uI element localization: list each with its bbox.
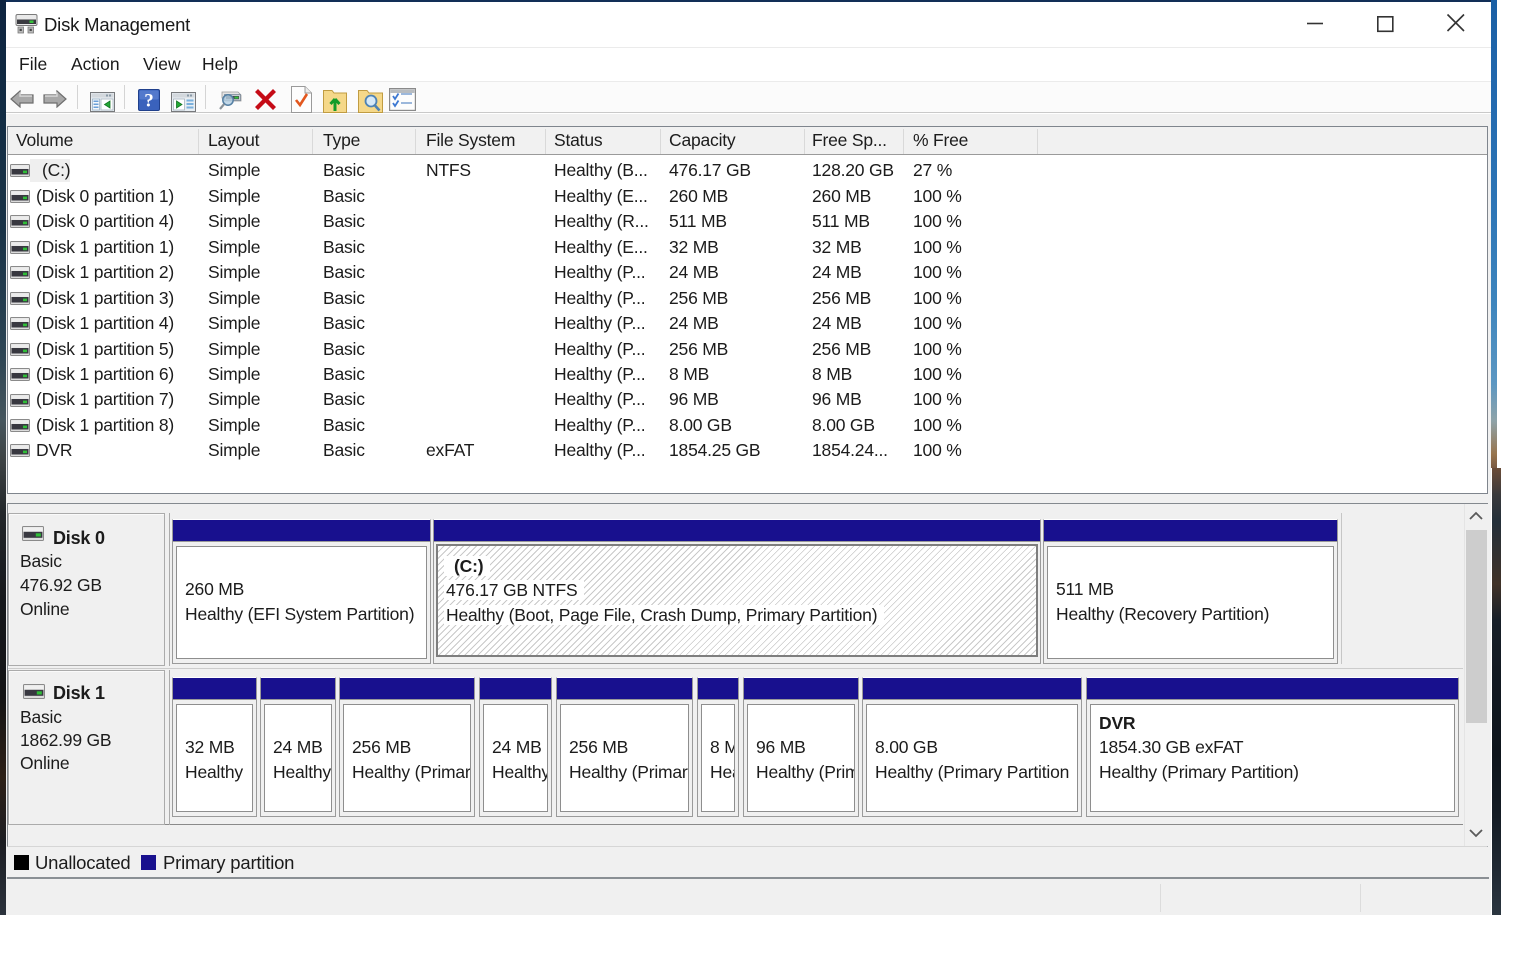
svg-text:?: ? [144,91,154,112]
